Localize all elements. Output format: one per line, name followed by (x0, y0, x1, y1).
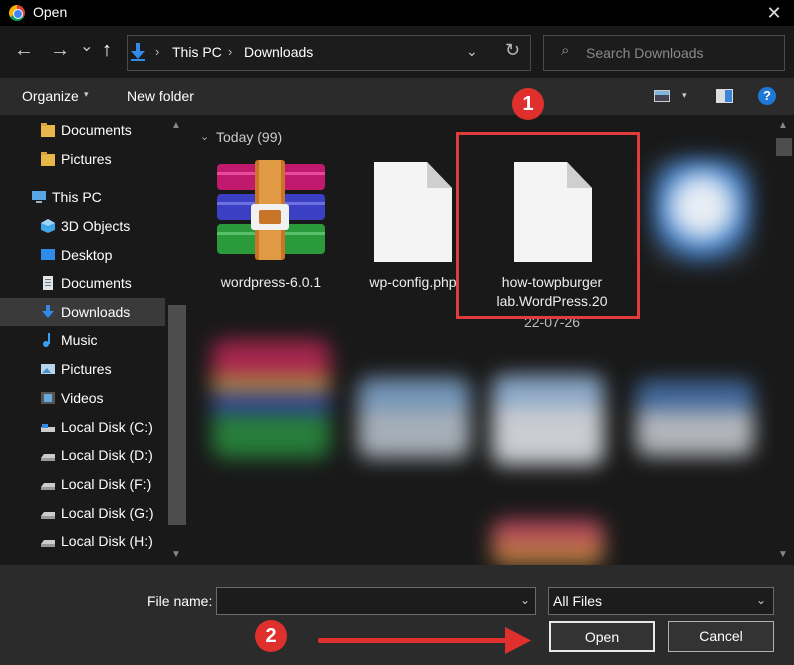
sidebar-item-label: This PC (52, 189, 102, 205)
sidebar-scroll-thumb[interactable] (168, 305, 186, 525)
sidebar-item-downloads[interactable]: Downloads (0, 298, 165, 326)
sidebar-item-documents-quick[interactable]: Documents (0, 116, 165, 144)
change-view-icon[interactable] (654, 90, 670, 102)
sidebar-item-3d-objects[interactable]: 3D Objects (0, 212, 165, 240)
content-scroll-thumb[interactable] (776, 138, 792, 156)
open-button[interactable]: Open (549, 621, 655, 652)
chrome-icon (9, 5, 25, 21)
up-button[interactable]: ↑ (102, 39, 112, 62)
scroll-up-icon[interactable]: ▲ (171, 120, 181, 131)
new-folder-button[interactable]: New folder (127, 88, 194, 104)
file-type-value: All Files (553, 593, 603, 609)
step-badge-2: 2 (255, 620, 287, 652)
sidebar-item-label: Downloads (61, 304, 131, 320)
sidebar-item-label: Pictures (61, 151, 112, 167)
sidebar-item-local-disk-g[interactable]: Local Disk (G:) (0, 499, 165, 527)
video-icon (41, 392, 55, 404)
cancel-button[interactable]: Cancel (668, 621, 774, 652)
sidebar-item-label: Videos (61, 390, 104, 406)
blurred-thumbnail[interactable] (492, 520, 604, 565)
breadcrumb-downloads[interactable]: Downloads (244, 44, 313, 60)
search-input[interactable] (586, 38, 781, 68)
breadcrumb-separator: › (155, 44, 160, 59)
sidebar-item-label: Documents (61, 275, 132, 291)
sidebar-item-this-pc[interactable]: This PC (0, 183, 165, 211)
music-icon (43, 333, 50, 347)
file-name-input[interactable] (216, 587, 536, 615)
blurred-thumbnail[interactable] (652, 158, 752, 266)
sidebar-item-label: Local Disk (C:) (61, 419, 153, 435)
arrow-annotation (318, 638, 513, 643)
chevron-down-icon[interactable]: ⌄ (756, 593, 766, 607)
scroll-up-icon[interactable]: ▲ (778, 120, 788, 131)
sidebar-item-label: Documents (61, 122, 132, 138)
picture-icon (41, 364, 55, 374)
address-dropdown-icon[interactable]: ⌄ (466, 43, 478, 60)
drive-icon (41, 483, 55, 490)
refresh-icon[interactable]: ↻ (505, 40, 520, 61)
group-header[interactable]: Today (99) (216, 129, 282, 145)
sidebar-item-label: Local Disk (G:) (61, 505, 154, 521)
preview-pane-icon[interactable] (716, 89, 733, 103)
command-bar (0, 78, 794, 115)
title-bar (0, 0, 794, 26)
scroll-down-icon[interactable]: ▼ (778, 549, 788, 560)
sidebar-item-local-disk-c[interactable]: Local Disk (C:) (0, 413, 165, 441)
recent-locations-button[interactable]: ⌄ (80, 36, 93, 56)
sidebar-item-documents[interactable]: Documents (0, 269, 165, 297)
sidebar-item-label: Local Disk (H:) (61, 533, 153, 549)
drive-icon (41, 454, 55, 461)
sidebar-item-label: Pictures (61, 361, 112, 377)
search-icon: ⌕ (561, 42, 570, 59)
blurred-thumbnail[interactable] (636, 380, 754, 456)
sidebar-item-desktop[interactable]: Desktop (0, 241, 165, 269)
sidebar-item-label: Desktop (61, 247, 113, 263)
sidebar-item-videos[interactable]: Videos (0, 384, 165, 412)
organize-button[interactable]: Organize (22, 88, 79, 104)
caret-down-icon: ▾ (84, 89, 89, 99)
folder-icon (41, 152, 55, 166)
close-button[interactable]: ✕ (754, 0, 794, 26)
scroll-down-icon[interactable]: ▼ (171, 549, 181, 560)
file-name-label: File name: (147, 593, 213, 609)
cube-icon (41, 219, 55, 233)
drive-icon (41, 424, 55, 432)
download-arrow-icon (131, 43, 145, 61)
sidebar-item-label: Local Disk (F:) (61, 476, 152, 492)
blurred-thumbnail[interactable] (358, 378, 470, 458)
breadcrumb-separator: › (228, 44, 233, 59)
breadcrumb-this-pc[interactable]: This PC (172, 44, 222, 60)
sidebar-item-label: Music (61, 332, 98, 348)
chevron-down-icon[interactable]: ⌄ (520, 593, 530, 607)
sidebar-item-local-disk-f[interactable]: Local Disk (F:) (0, 470, 165, 498)
step-badge-1: 1 (512, 88, 544, 120)
highlight-box (456, 132, 640, 319)
sidebar-item-label: 3D Objects (61, 218, 131, 234)
download-icon (42, 305, 54, 318)
window-title: Open (33, 4, 68, 20)
caret-down-icon[interactable]: ▾ (682, 90, 687, 101)
sidebar-item-local-disk-h[interactable]: Local Disk (H:) (0, 527, 165, 555)
sidebar-item-local-disk-d[interactable]: Local Disk (D:) (0, 441, 165, 469)
desktop-icon (41, 249, 55, 260)
drive-icon (41, 540, 55, 547)
help-icon[interactable]: ? (758, 87, 776, 105)
back-button[interactable]: ← (14, 39, 34, 62)
archive-icon (217, 160, 325, 260)
sidebar-item-label: Local Disk (D:) (61, 447, 153, 463)
content-scrollbar[interactable] (774, 115, 794, 565)
blurred-thumbnail[interactable] (212, 340, 330, 458)
file-name: wordpress-6.0.1 (220, 274, 322, 290)
sidebar-item-pictures[interactable]: Pictures (0, 355, 165, 383)
document-icon (43, 276, 53, 290)
chevron-down-icon[interactable]: ⌄ (200, 130, 209, 143)
blurred-thumbnail[interactable] (492, 375, 604, 465)
forward-button[interactable]: → (50, 39, 70, 62)
computer-icon (32, 191, 46, 203)
sidebar-item-music[interactable]: Music (0, 326, 165, 354)
sidebar-item-pictures-quick[interactable]: Pictures (0, 145, 165, 173)
file-item-wordpress[interactable]: wordpress-6.0.1 (201, 150, 341, 300)
folder-icon (41, 123, 55, 137)
drive-icon (41, 512, 55, 519)
